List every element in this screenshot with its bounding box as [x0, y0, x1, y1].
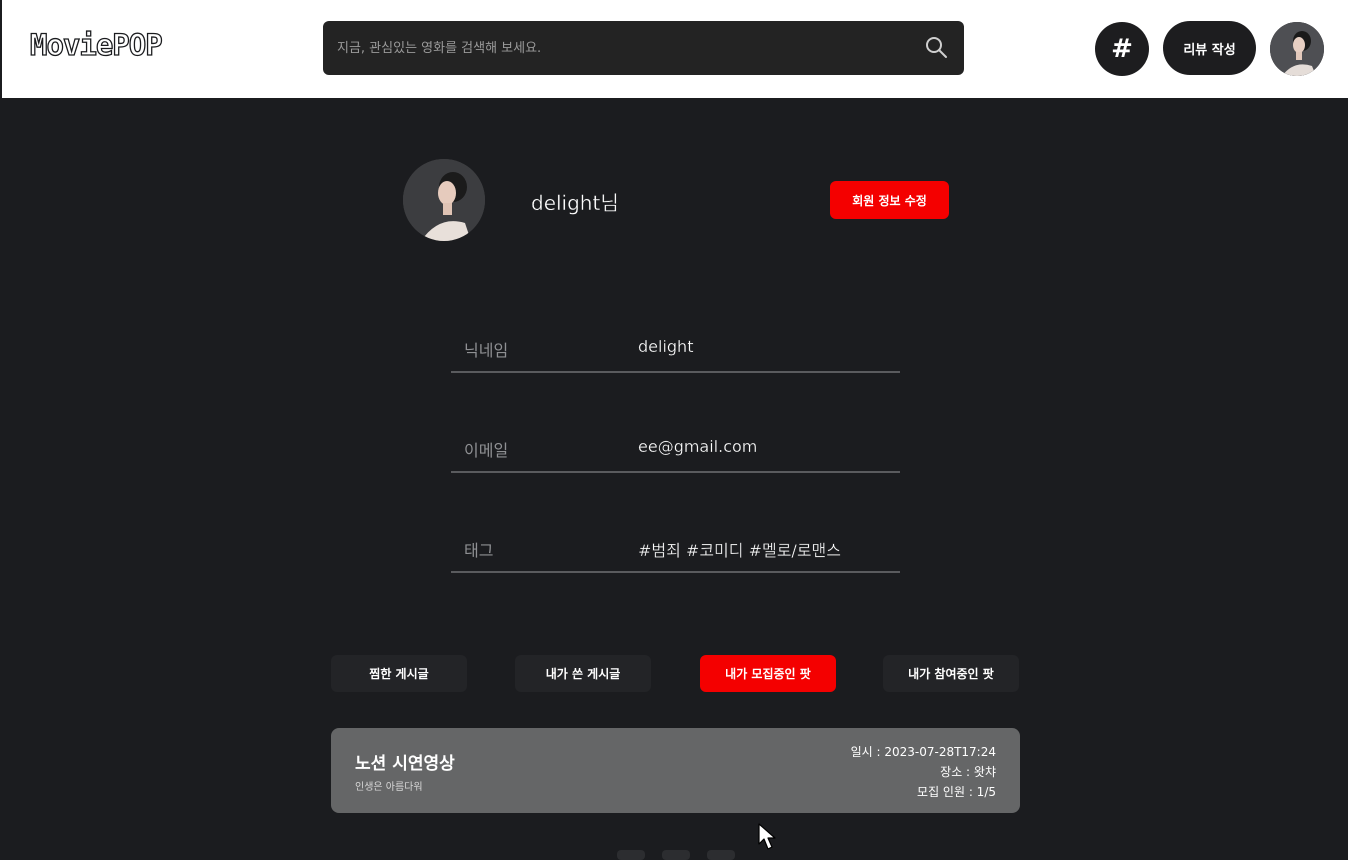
cursor-icon	[758, 823, 776, 850]
party-title: 노션 시연영상	[355, 754, 455, 774]
party-movie: 인생은 아름다워	[355, 782, 423, 793]
search-icon[interactable]	[924, 35, 948, 59]
tab-liked-posts[interactable]: 찜한 게시글	[331, 655, 467, 692]
pagination-button[interactable]	[707, 850, 735, 860]
party-card[interactable]: 노션 시연영상 인생은 아름다워 일시 : 2023-07-28T17:24 장…	[331, 728, 1020, 813]
email-value: ee@gmail.com	[638, 437, 758, 456]
tab-recruiting-parties[interactable]: 내가 모집중인 팟	[700, 655, 836, 692]
tag-label: 태그	[464, 541, 494, 560]
logo[interactable]: MoviePOP	[29, 27, 163, 62]
party-place: 장소 : 왓챠	[940, 765, 996, 779]
tab-my-posts[interactable]: 내가 쓴 게시글	[515, 655, 651, 692]
write-review-button[interactable]: 리뷰 작성	[1163, 21, 1256, 75]
avatar[interactable]	[1270, 22, 1324, 76]
party-date: 일시 : 2023-07-28T17:24	[850, 745, 996, 759]
avatar-image	[1270, 22, 1324, 76]
avatar-image	[403, 159, 485, 241]
tag-button[interactable]: #	[1095, 22, 1149, 76]
pagination-button[interactable]	[662, 850, 690, 860]
edit-profile-button[interactable]: 회원 정보 수정	[830, 181, 949, 219]
tag-underline	[451, 571, 900, 573]
tab-joined-parties[interactable]: 내가 참여중인 팟	[883, 655, 1019, 692]
pagination-button[interactable]	[617, 850, 645, 860]
profile-avatar[interactable]	[403, 159, 485, 241]
search-bar[interactable]	[323, 21, 964, 75]
hash-icon: #	[1111, 34, 1133, 64]
profile-username: delight님	[531, 191, 619, 215]
nickname-label: 닉네임	[464, 341, 509, 360]
header: MoviePOP # 리뷰 작성	[0, 0, 1348, 98]
email-label: 이메일	[464, 441, 509, 460]
search-input[interactable]	[337, 21, 917, 75]
party-members: 모집 인원 : 1/5	[917, 785, 996, 799]
tag-value: #범죄 #코미디 #멜로/로맨스	[638, 541, 841, 560]
nickname-value: delight	[638, 337, 694, 356]
nickname-underline	[451, 371, 900, 373]
email-underline	[451, 471, 900, 473]
